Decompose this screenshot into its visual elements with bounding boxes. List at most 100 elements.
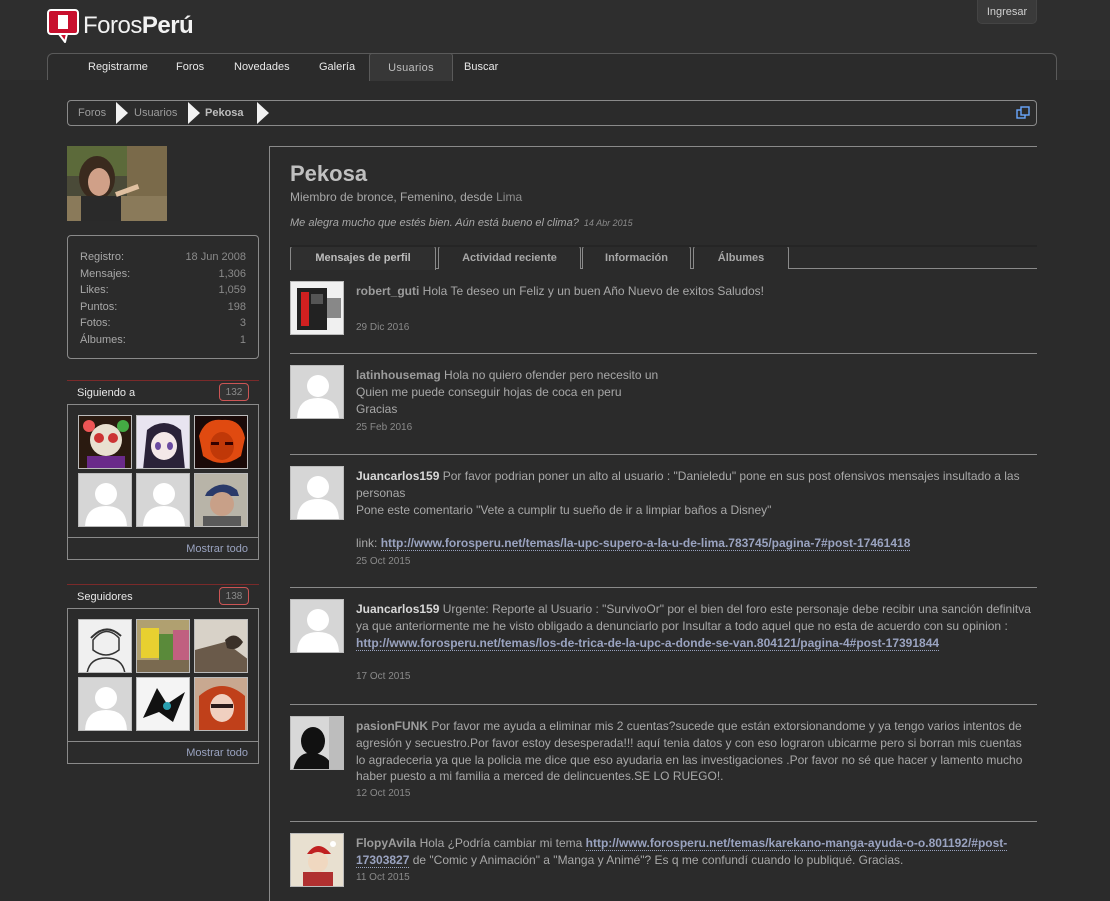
post-author-link[interactable]: Juancarlos159 xyxy=(356,469,439,483)
breadcrumb-pekosa[interactable]: Pekosa xyxy=(205,101,244,125)
profile-meta-text: Miembro de bronce, Femenino, desde xyxy=(290,190,497,204)
stat-row-likes: Likes: 1,059 xyxy=(80,284,246,297)
breadcrumb-arrow-icon xyxy=(188,102,200,124)
breadcrumb-arrow-icon xyxy=(257,102,269,124)
tab-actividad-reciente[interactable]: Actividad reciente xyxy=(438,245,581,269)
post-text: Pone este comentario "Vete a cumplir tu … xyxy=(356,502,772,517)
main-nav: Registrarme Foros Novedades Galería Usua… xyxy=(47,53,1057,81)
following-avatar-default[interactable] xyxy=(78,473,132,527)
following-grid-box xyxy=(67,404,259,538)
stat-row-registro: Registro: 18 Jun 2008 xyxy=(80,251,246,263)
post-author-link[interactable]: Juancarlos159 xyxy=(356,602,439,616)
following-header: Siguiendo a 132 xyxy=(67,380,259,404)
following-avatar[interactable] xyxy=(136,415,190,469)
profile-main: Pekosa Miembro de bronce, Femenino, desd… xyxy=(269,146,1037,901)
following-avatar[interactable] xyxy=(78,415,132,469)
following-avatar-default[interactable] xyxy=(136,473,190,527)
followers-header: Seguidores 138 xyxy=(67,584,259,608)
post-date: 12 Oct 2015 xyxy=(356,788,411,799)
post-date: 25 Feb 2016 xyxy=(356,422,413,433)
following-avatar[interactable] xyxy=(194,415,248,469)
following-grid xyxy=(78,415,248,527)
follower-avatar[interactable] xyxy=(136,677,190,731)
post-author-link[interactable]: pasionFUNK xyxy=(356,719,428,733)
profile-status-date: 14 Abr 2015 xyxy=(583,218,633,228)
post-body: Juancarlos159 Urgente: Reporte al Usuari… xyxy=(356,601,1034,651)
logo-icon xyxy=(47,9,79,43)
post-date: 25 Oct 2015 xyxy=(356,556,411,567)
followers-block: Seguidores 138 Mostrar todo xyxy=(67,584,259,764)
profile-tabs: Mensajes de perfil Actividad reciente In… xyxy=(290,245,1037,270)
post-date: 29 Dic 2016 xyxy=(356,322,410,333)
post-avatar-default[interactable] xyxy=(290,365,344,419)
post-avatar[interactable] xyxy=(290,281,344,335)
stat-row-albumes: Álbumes: 1 xyxy=(80,333,246,346)
post-text: link: xyxy=(356,536,381,551)
profile-post: Juancarlos159 Por favor podrian poner un… xyxy=(290,456,1037,588)
follower-avatar[interactable] xyxy=(136,619,190,673)
follower-avatar[interactable] xyxy=(194,619,248,673)
breadcrumb: Foros Usuarios Pekosa xyxy=(67,100,1037,126)
followers-grid xyxy=(78,619,248,731)
profile-post: Juancarlos159 Urgente: Reporte al Usuari… xyxy=(290,589,1037,705)
site-header: ForosPerú Ingresar Registrarme Foros Nov… xyxy=(0,0,1110,81)
post-body: robert_guti Hola Te deseo un Feliz y un … xyxy=(356,283,1034,300)
profile-status-text: Me alegra mucho que estés bien. Aún está… xyxy=(290,217,579,229)
profile-stats: Registro: 18 Jun 2008 Mensajes: 1,306 Like… xyxy=(67,235,259,359)
nav-item-novedades[interactable]: Novedades xyxy=(234,54,290,80)
nav-item-usuarios[interactable]: Usuarios xyxy=(369,53,453,81)
post-avatar[interactable] xyxy=(290,833,344,887)
post-text: Gracias xyxy=(356,401,398,416)
nav-item-buscar[interactable]: Buscar xyxy=(464,54,498,80)
profile-post: robert_guti Hola Te deseo un Feliz y un … xyxy=(290,271,1037,354)
profile-avatar[interactable] xyxy=(67,146,167,221)
post-text: de "Comic y Animación" a "Manga y Animé"… xyxy=(409,852,904,867)
breadcrumb-foros[interactable]: Foros xyxy=(78,101,106,125)
post-avatar[interactable] xyxy=(290,716,344,770)
stat-row-puntos: Puntos: 198 xyxy=(80,300,246,313)
following-avatar[interactable] xyxy=(194,473,248,527)
followers-grid-box xyxy=(67,608,259,742)
profile-name: Pekosa xyxy=(290,161,368,186)
post-body: Juancarlos159 Por favor podrian poner un… xyxy=(356,468,1034,552)
tab-informacion[interactable]: Información xyxy=(582,245,691,269)
profile-meta: Miembro de bronce, Femenino, desde Lima xyxy=(290,190,522,204)
post-avatar-default[interactable] xyxy=(290,466,344,520)
post-text: Hola ¿Podría cambiar mi tema xyxy=(416,836,586,850)
profile-post: FlopyAvila Hola ¿Podría cambiar mi tema … xyxy=(290,823,1037,901)
post-author-link[interactable]: latinhousemag xyxy=(356,368,441,382)
nav-item-foros[interactable]: Foros xyxy=(176,54,204,80)
nav-item-galeria[interactable]: Galería xyxy=(319,54,355,80)
post-body: FlopyAvila Hola ¿Podría cambiar mi tema … xyxy=(356,835,1034,869)
post-text: Hola Te deseo un Feliz y un buen Año Nue… xyxy=(419,284,765,298)
post-text: Por favor me ayuda a eliminar mis 2 cuen… xyxy=(356,719,1023,784)
stat-row-mensajes: Mensajes: 1,306 xyxy=(80,267,246,280)
site-logo[interactable]: ForosPerú xyxy=(47,9,194,43)
followers-show-all-link[interactable]: Mostrar todo xyxy=(67,742,259,764)
post-text: Quien me puede conseguir hojas de coca e… xyxy=(356,384,622,399)
nav-item-registrarme[interactable]: Registrarme xyxy=(88,54,148,80)
following-count-badge[interactable]: 132 xyxy=(219,383,249,401)
profile-status: Me alegra mucho que estés bien. Aún está… xyxy=(290,217,633,229)
breadcrumb-arrow-icon xyxy=(116,102,128,124)
breadcrumb-usuarios[interactable]: Usuarios xyxy=(134,101,177,125)
follower-avatar-default[interactable] xyxy=(78,677,132,731)
following-title: Siguiendo a xyxy=(77,386,136,399)
post-date: 17 Oct 2015 xyxy=(356,671,411,682)
tab-mensajes-de-perfil[interactable]: Mensajes de perfil xyxy=(290,245,436,270)
post-author-link[interactable]: FlopyAvila xyxy=(356,836,416,850)
post-avatar-default[interactable] xyxy=(290,599,344,653)
profile-location-link[interactable]: Lima xyxy=(496,190,522,204)
profile-post: latinhousemag Hola no quiero ofender per… xyxy=(290,355,1037,455)
followers-count-badge[interactable]: 138 xyxy=(219,587,249,605)
follower-avatar[interactable] xyxy=(78,619,132,673)
following-show-all-link[interactable]: Mostrar todo xyxy=(67,538,259,560)
tab-albumes[interactable]: Álbumes xyxy=(693,245,789,269)
post-author-link[interactable]: robert_guti xyxy=(356,284,419,298)
follower-avatar[interactable] xyxy=(194,677,248,731)
followers-title: Seguidores xyxy=(77,590,133,603)
post-link[interactable]: http://www.forosperu.net/temas/la-upc-su… xyxy=(380,536,911,552)
jump-to-icon[interactable] xyxy=(1016,106,1030,120)
post-link[interactable]: http://www.forosperu.net/temas/los-de-tr… xyxy=(356,635,940,651)
login-button[interactable]: Ingresar xyxy=(977,0,1037,24)
